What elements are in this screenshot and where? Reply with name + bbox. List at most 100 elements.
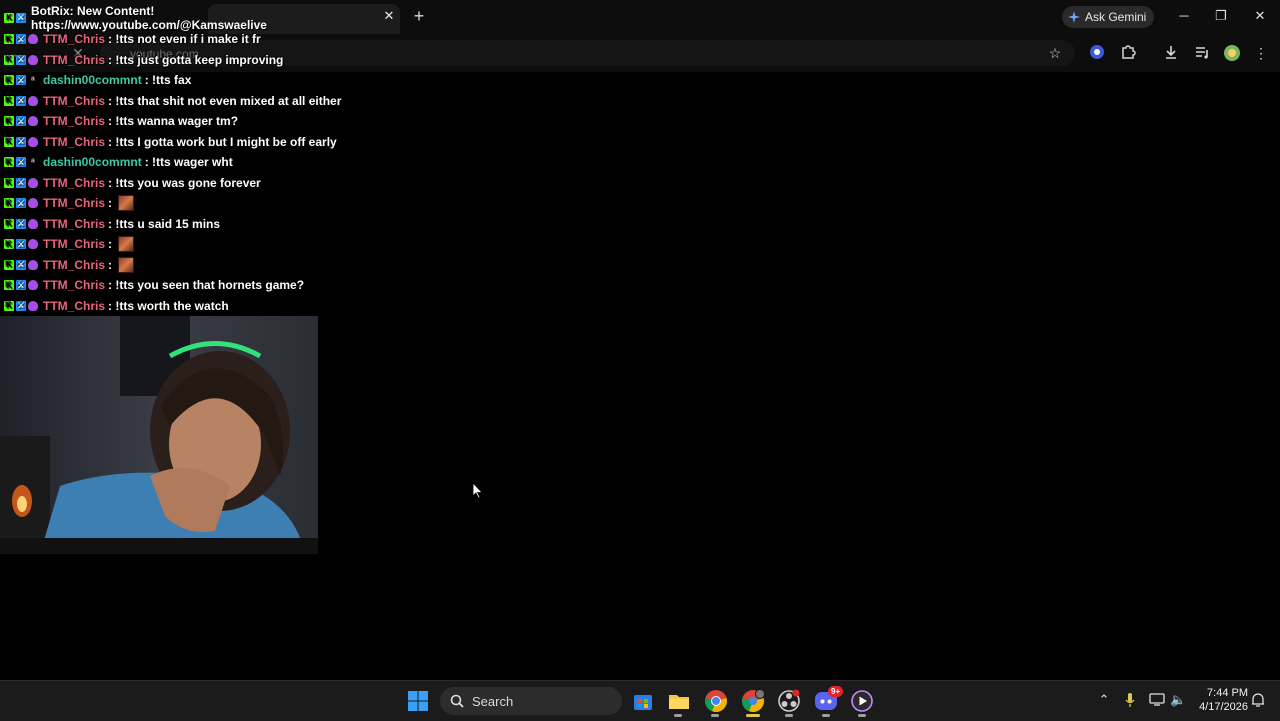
chat-message-text: !tts that shit not even mixed at all eit… [115,93,342,108]
minimize-icon[interactable]: ─ [1176,8,1192,24]
microsoft-store-icon[interactable] [631,689,655,713]
emote-icon [118,256,135,273]
tab-close-icon[interactable]: ✕ [382,9,396,23]
chat-message: K ⚔ TTM_Chris: [0,193,330,214]
chat-username[interactable]: TTM_Chris [43,114,105,128]
chat-username[interactable]: TTM_Chris [43,299,105,313]
chat-username[interactable]: TTM_Chris [43,176,105,190]
mod-badge-icon: ⚔ [16,34,26,45]
chat-badges: K ⚔ [4,280,38,291]
microphone-icon[interactable] [1122,692,1138,708]
star-icon[interactable]: ☆ [1046,44,1064,62]
chat-badges: K ⚔ [4,34,38,45]
mod-badge-icon: ⚔ [16,300,26,311]
ask-gemini-button[interactable]: Ask Gemini [1062,6,1154,28]
media-queue-icon[interactable] [1193,44,1211,62]
chat-message: K ⚔ TTM_Chris: !tts you was gone forever [0,173,330,194]
chat-username[interactable]: TTM_Chris [43,217,105,231]
download-icon[interactable] [1162,44,1180,62]
kick-badge-icon: K [4,75,14,86]
chrome-profile-icon[interactable] [741,689,765,713]
ask-gemini-label: Ask Gemini [1085,10,1147,24]
chat-message: K ⚔ TTM_Chris: !tts u said 15 mins [0,214,330,235]
new-tab-icon[interactable]: + [411,7,427,25]
subscriber-badge-icon [28,280,38,291]
chat-message-text: !tts wanna wager tm? [115,114,239,129]
mod-badge-icon: ⚔ [16,157,26,168]
subscriber-badge-icon [28,218,38,229]
chrome-icon[interactable] [704,689,728,713]
mod-badge-icon: ⚔ [16,239,26,250]
chat-username[interactable]: TTM_Chris [43,32,105,46]
chat-overlay: K ⚔ TTM_Chris: !tts not even if i make it … [0,0,341,317]
chevron-up-icon[interactable]: ⌃ [1096,692,1112,708]
chat-username[interactable]: TTM_Chris [43,135,105,149]
chat-username[interactable]: TTM_Chris [43,237,105,251]
windows-start-icon[interactable] [406,689,430,713]
emote-icon [118,236,135,253]
chat-badges: K ⚔ [4,116,38,127]
gemini-star-icon [1068,11,1080,23]
chrome-running-indicator [711,714,719,717]
chat-message: K ⚔ TTM_Chris: !tts not even if i make it … [0,29,330,50]
file-explorer-icon[interactable] [667,689,691,713]
kick-badge-icon: K [4,177,14,188]
extension-circle-icon[interactable] [1088,44,1106,62]
chat-badges: K ⚔ [4,198,38,209]
chat-message: K ⚔ ᵃ dashin00commnt: !tts fax [0,70,330,91]
mod-badge-icon: ⚔ [16,95,26,106]
chat-username[interactable]: dashin00commnt [43,73,142,87]
chat-message-text: !tts u said 15 mins [115,216,221,231]
restore-icon[interactable]: ❐ [1213,8,1229,24]
kick-badge-icon: K [4,198,14,209]
chat-separator: : [144,73,153,88]
chat-message-text: !tts just gotta keep improving [115,52,284,67]
profile-avatar-icon[interactable] [1223,44,1241,62]
chat-message-text: !tts you seen that hornets game? [115,278,305,293]
chat-message: K ⚔ ᵃ dashin00commnt: !tts wager wht [0,152,330,173]
network-icon[interactable] [1149,692,1165,708]
puzzle-icon[interactable] [1119,44,1137,62]
chat-username[interactable]: TTM_Chris [43,278,105,292]
media-running-indicator [858,714,866,717]
taskbar-search[interactable]: Search [440,687,622,715]
chat-badges: K ⚔ [4,177,38,188]
chat-username[interactable]: TTM_Chris [43,53,105,67]
chat-badges: K ⚔ ᵃ [4,75,38,86]
chat-message: K ⚔ TTM_Chris: [0,255,330,276]
kick-badge-icon: K [4,259,14,270]
chat-message-text: !tts I gotta work but I might be off ear… [115,134,337,149]
chat-message-text: !tts not even if i make it fr [115,32,261,47]
chat-username[interactable]: TTM_Chris [43,94,105,108]
chat-username[interactable]: TTM_Chris [43,258,105,272]
chat-username[interactable]: dashin00commnt [43,155,142,169]
chat-separator: : [144,155,153,170]
notification-bell-icon[interactable] [1250,692,1266,708]
chat-username[interactable]: TTM_Chris [43,196,105,210]
kick-badge-icon: K [4,116,14,127]
webcam-feed [0,316,318,554]
explorer-running-indicator [674,714,682,717]
close-icon[interactable]: ✕ [1252,8,1268,24]
chat-message: K ⚔ TTM_Chris: !tts that shit not even mix… [0,91,341,112]
media-player-icon[interactable] [850,689,874,713]
chat-row-clipped [0,0,330,9]
chat-message: K ⚔ TTM_Chris: !tts wanna wager tm? [0,111,330,132]
mod-badge-icon: ⚔ [16,136,26,147]
chat-badges: K ⚔ [4,239,38,250]
subscriber-badge-icon [28,239,38,250]
system-clock[interactable]: 7:44 PM 4/17/2026 [1188,686,1248,714]
mod-badge-icon: ⚔ [16,218,26,229]
mouse-cursor-icon [473,483,483,499]
kick-badge-icon: K [4,300,14,311]
mod-badge-icon: ⚔ [16,75,26,86]
chat-message: K ⚔ TTM_Chris: !tts worth the watch [0,296,330,317]
chat-badges: K ⚔ ᵃ [4,157,38,168]
kebab-menu-icon[interactable]: ⋮ [1252,44,1270,62]
chat-badges: K ⚔ [4,218,38,229]
subscriber-badge-icon [28,259,38,270]
volume-icon[interactable]: 🔈 [1170,692,1186,708]
obs-icon[interactable] [777,689,801,713]
chat-message: K ⚔ TTM_Chris: !tts just gotta keep improv… [0,50,330,71]
chat-message-text: !tts worth the watch [115,298,229,313]
